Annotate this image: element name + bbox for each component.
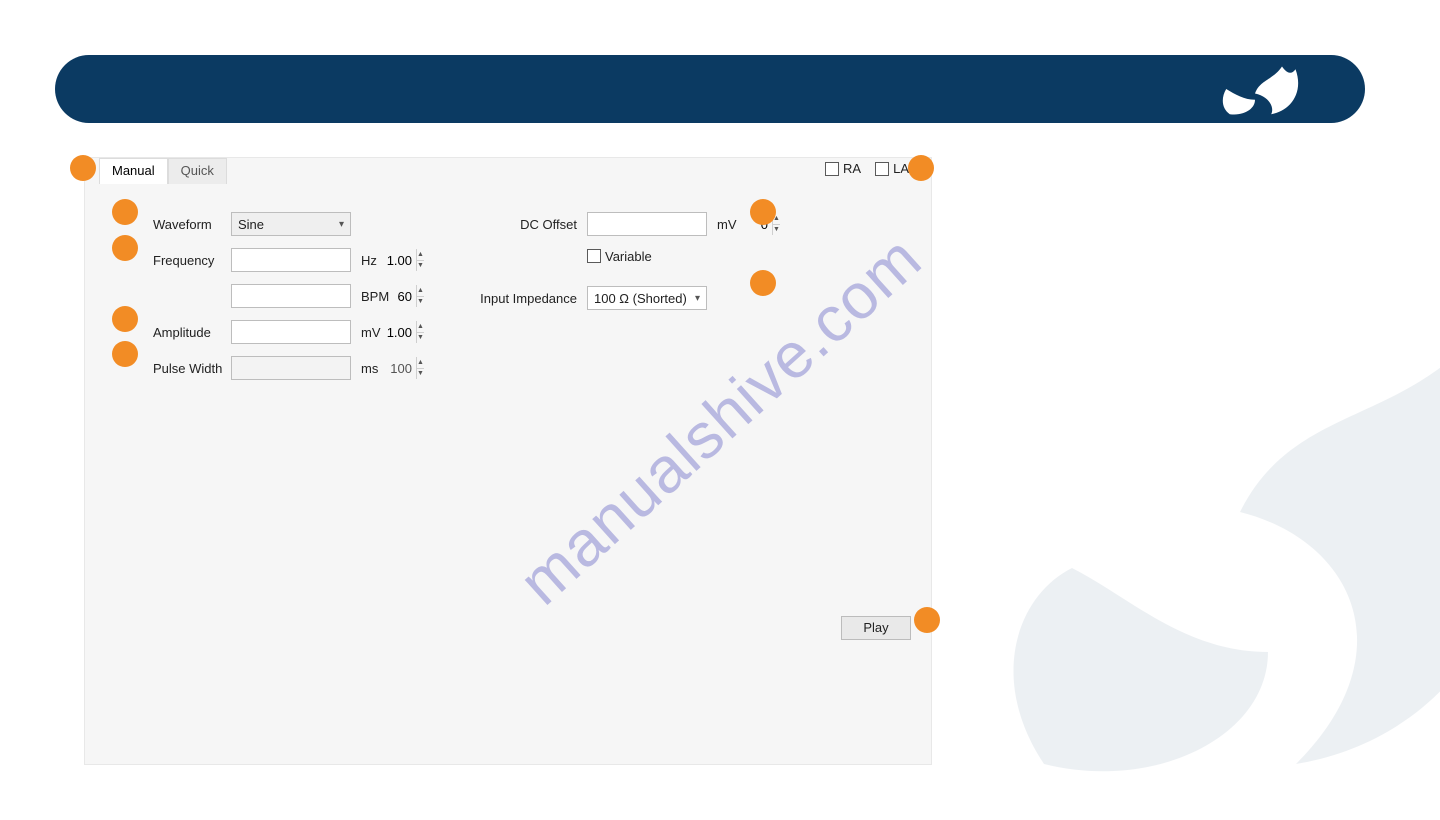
frequency-unit: Hz <box>351 253 377 268</box>
page-header <box>55 55 1365 123</box>
tab-quick[interactable]: Quick <box>168 158 227 184</box>
dcoffset-field[interactable]: ▲▼ <box>587 212 707 236</box>
lead-checkboxes: RA LA <box>825 161 909 176</box>
checkbox-box-icon <box>825 162 839 176</box>
chevron-down-icon: ▾ <box>339 219 344 230</box>
frequency-field[interactable]: ▲▼ <box>231 248 351 272</box>
pulsewidth-field: ▲▼ <box>231 356 351 380</box>
spinner-icon: ▲▼ <box>416 357 424 379</box>
whale-tail-logo-icon <box>1219 61 1309 117</box>
dcoffset-label: DC Offset <box>477 217 587 232</box>
frequency-label: Frequency <box>153 253 231 268</box>
checkbox-box-icon <box>875 162 889 176</box>
impedance-label: Input Impedance <box>477 291 587 306</box>
pulsewidth-label: Pulse Width <box>153 361 231 376</box>
frequency-input[interactable] <box>232 249 416 271</box>
spinner-icon[interactable]: ▲▼ <box>416 321 424 343</box>
impedance-value: 100 Ω (Shorted) <box>594 291 687 306</box>
pulsewidth-input <box>232 357 416 379</box>
chevron-down-icon: ▾ <box>695 293 700 304</box>
dcoffset-unit: mV <box>707 217 737 232</box>
spinner-icon[interactable]: ▲▼ <box>416 249 424 271</box>
play-button[interactable]: Play <box>841 616 911 640</box>
checkbox-box-icon <box>587 249 601 263</box>
waveform-select[interactable]: Sine ▾ <box>231 212 351 236</box>
variable-label: Variable <box>605 249 652 264</box>
background-whale-watermark <box>960 260 1440 820</box>
checkbox-la[interactable]: LA <box>875 161 909 176</box>
checkbox-ra[interactable]: RA <box>825 161 861 176</box>
bpm-field[interactable]: ▲▼ <box>231 284 351 308</box>
spinner-icon[interactable]: ▲▼ <box>416 285 424 307</box>
tab-bar: Manual Quick <box>99 158 227 184</box>
amplitude-input[interactable] <box>232 321 416 343</box>
tab-manual[interactable]: Manual <box>99 158 168 184</box>
checkbox-variable[interactable]: Variable <box>587 249 652 264</box>
amplitude-field[interactable]: ▲▼ <box>231 320 351 344</box>
waveform-label: Waveform <box>153 217 231 232</box>
form-right-column: DC Offset ▲▼ mV Variable Input Impedance… <box>477 206 737 316</box>
settings-panel: Manual Quick RA LA Waveform Sine ▾ Frequ… <box>84 157 932 765</box>
checkbox-ra-label: RA <box>843 161 861 176</box>
spinner-icon[interactable]: ▲▼ <box>772 213 780 235</box>
dcoffset-input[interactable] <box>588 213 772 235</box>
checkbox-la-label: LA <box>893 161 909 176</box>
amplitude-label: Amplitude <box>153 325 231 340</box>
impedance-select[interactable]: 100 Ω (Shorted) ▾ <box>587 286 707 310</box>
waveform-value: Sine <box>238 217 264 232</box>
pulsewidth-unit: ms <box>351 361 378 376</box>
bpm-unit: BPM <box>351 289 389 304</box>
amplitude-unit: mV <box>351 325 381 340</box>
